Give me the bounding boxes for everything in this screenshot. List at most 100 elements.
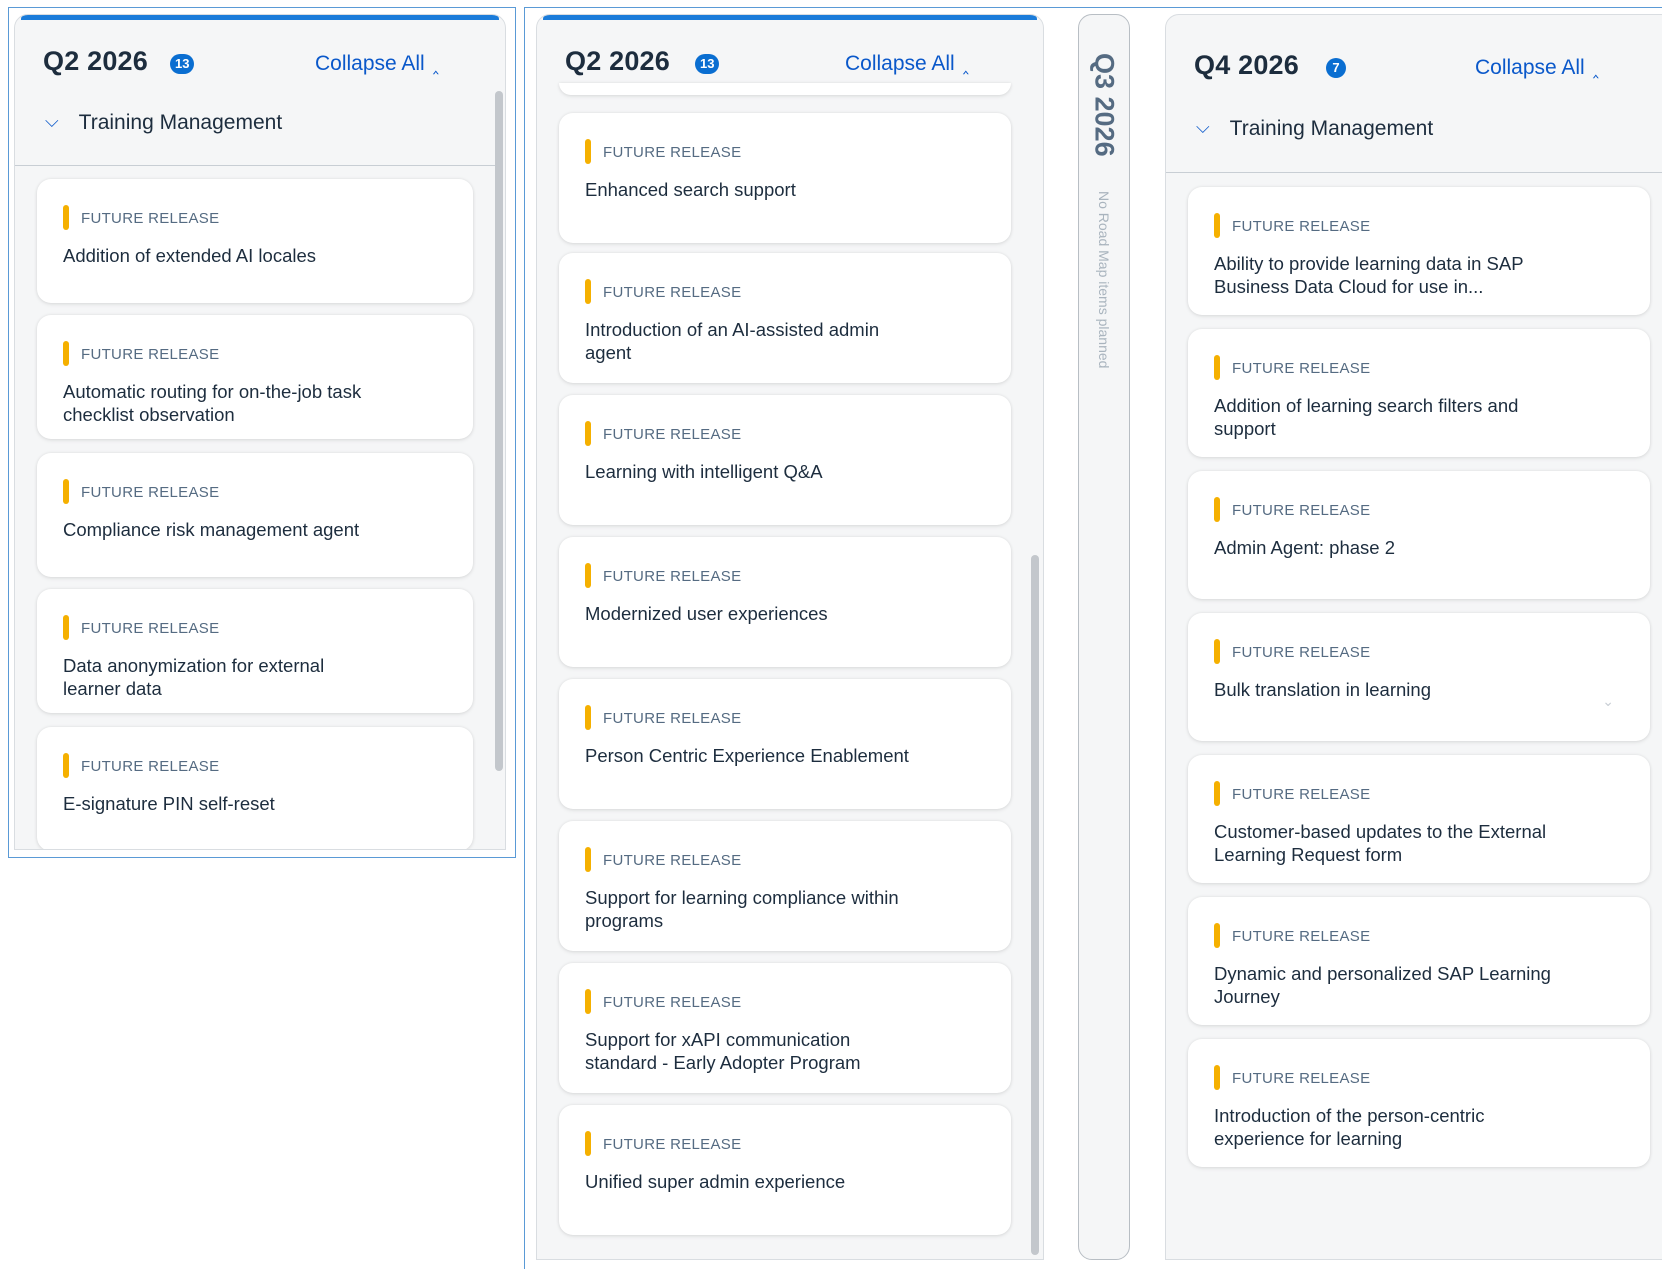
release-status: FUTURE RELEASE: [1232, 360, 1371, 377]
collapse-all-label: Collapse All: [845, 52, 955, 75]
release-status: FUTURE RELEASE: [81, 210, 220, 227]
roadmap-card[interactable]: FUTURE RELEASE Introduction of an AI-assi…: [559, 253, 1011, 383]
column-accent-bar: [21, 15, 499, 20]
status-flag: [585, 421, 591, 446]
roadmap-card[interactable]: FUTURE RELEASE Support for learning compl…: [559, 821, 1011, 951]
release-status: FUTURE RELEASE: [81, 484, 220, 501]
column-q4-2026: Q4 2026 7 Collapse All ‸ ⌵ Training Manage…: [1165, 14, 1662, 1260]
card-title[interactable]: Compliance risk management agent: [63, 518, 383, 541]
release-status: FUTURE RELEASE: [603, 994, 742, 1011]
status-flag: [63, 479, 69, 504]
column-title: Q4 2026: [1194, 50, 1299, 80]
chevron-down-icon[interactable]: ⌵: [1196, 117, 1210, 138]
group-label: Training Management: [1229, 117, 1434, 140]
roadmap-card[interactable]: FUTURE RELEASE Compliance risk management…: [37, 453, 473, 577]
release-status: FUTURE RELEASE: [603, 144, 742, 161]
release-status: FUTURE RELEASE: [603, 852, 742, 869]
roadmap-card[interactable]: FUTURE RELEASE Support for xAPI communica…: [559, 963, 1011, 1093]
card-title[interactable]: Enhanced search support: [585, 178, 921, 201]
roadmap-card[interactable]: FUTURE RELEASE Introduction of the person…: [1188, 1039, 1650, 1167]
collapse-all-label: Collapse All: [1475, 56, 1585, 79]
roadmap-card[interactable]: FUTURE RELEASE Person Centric Experience …: [559, 679, 1011, 809]
roadmap-card[interactable]: FUTURE RELEASE E-signature PIN self-reset: [37, 727, 473, 849]
roadmap-card[interactable]: FUTURE RELEASE Enhanced search support: [559, 113, 1011, 243]
roadmap-card[interactable]: FUTURE RELEASE Unified super admin experi…: [559, 1105, 1011, 1235]
status-flag: [1214, 923, 1220, 948]
roadmap-card[interactable]: FUTURE RELEASE Customer-based updates to …: [1188, 755, 1650, 883]
card-title[interactable]: Customer-based updates to the External L…: [1214, 820, 1560, 866]
card-title[interactable]: Person Centric Experience Enablement: [585, 744, 921, 767]
card-title[interactable]: Addition of learning search filters and …: [1214, 394, 1560, 440]
chevron-down-icon[interactable]: ⌵: [45, 111, 59, 132]
group-header-training-management[interactable]: ⌵ Training Management: [1196, 117, 1433, 141]
double-chevron-up-icon: ‸: [1592, 58, 1599, 78]
scrollbar-thumb[interactable]: [495, 91, 503, 771]
release-status: FUTURE RELEASE: [81, 620, 220, 637]
group-divider: [1166, 172, 1662, 173]
roadmap-card[interactable]: FUTURE RELEASE Modernized user experience…: [559, 537, 1011, 667]
status-flag: [585, 1131, 591, 1156]
roadmap-card[interactable]: FUTURE RELEASE Addition of learning searc…: [1188, 329, 1650, 457]
release-status: FUTURE RELEASE: [603, 1136, 742, 1153]
card-title[interactable]: Modernized user experiences: [585, 602, 921, 625]
card-title[interactable]: Admin Agent: phase 2: [1214, 536, 1560, 559]
release-status: FUTURE RELEASE: [81, 758, 220, 775]
status-flag: [1214, 213, 1220, 238]
status-flag: [1214, 497, 1220, 522]
release-status: FUTURE RELEASE: [81, 346, 220, 363]
roadmap-card[interactable]: FUTURE RELEASE Addition of extended AI lo…: [37, 179, 473, 303]
roadmap-card[interactable]: FUTURE RELEASE Data anonymization for ext…: [37, 589, 473, 713]
card-title[interactable]: Introduction of the person-centric exper…: [1214, 1104, 1560, 1150]
card-title[interactable]: Introduction of an AI-assisted admin age…: [585, 318, 921, 364]
roadmap-card[interactable]: FUTURE RELEASE Admin Agent: phase 2: [1188, 471, 1650, 599]
status-flag: [1214, 781, 1220, 806]
roadmap-card[interactable]: FUTURE RELEASE Automatic routing for on-t…: [37, 315, 473, 439]
card-title[interactable]: Automatic routing for on-the-job task ch…: [63, 380, 383, 426]
column-title: Q3 2026: [1089, 53, 1120, 157]
status-flag: [1214, 355, 1220, 380]
double-chevron-up-icon: ‸: [432, 54, 439, 74]
group-divider: [15, 165, 495, 166]
status-flag: [63, 205, 69, 230]
roadmap-card[interactable]: FUTURE RELEASE Bulk translation in learni…: [1188, 613, 1650, 741]
card-title[interactable]: Dynamic and personalized SAP Learning Jo…: [1214, 962, 1560, 1008]
column-accent-bar: [543, 15, 1037, 20]
status-flag: [585, 563, 591, 588]
collapse-all-button[interactable]: Collapse All ‸: [845, 52, 969, 76]
column-q2-2026-scrolled: Q2 2026 13 Collapse All ‸ FUTURE RELEASE E…: [536, 14, 1044, 1260]
card-title[interactable]: Unified super admin experience: [585, 1170, 921, 1193]
card-title[interactable]: Support for learning compliance within p…: [585, 886, 921, 932]
release-status: FUTURE RELEASE: [1232, 1070, 1371, 1087]
roadmap-card[interactable]: FUTURE RELEASE Dynamic and personalized S…: [1188, 897, 1650, 1025]
collapse-all-button[interactable]: Collapse All ‸: [1475, 56, 1599, 80]
release-status: FUTURE RELEASE: [603, 568, 742, 585]
release-status: FUTURE RELEASE: [1232, 786, 1371, 803]
card-title[interactable]: Addition of extended AI locales: [63, 244, 383, 267]
column-q2-2026-top: Q2 2026 13 Collapse All ‸ ⌵ Training Manag…: [14, 14, 506, 850]
release-status: FUTURE RELEASE: [603, 284, 742, 301]
release-status: FUTURE RELEASE: [1232, 502, 1371, 519]
card-title[interactable]: E-signature PIN self-reset: [63, 792, 383, 815]
status-flag: [1214, 1065, 1220, 1090]
status-flag: [585, 847, 591, 872]
card-title[interactable]: Ability to provide learning data in SAP …: [1214, 252, 1560, 298]
collapse-all-button[interactable]: Collapse All ‸: [315, 52, 439, 76]
card-title[interactable]: Bulk translation in learning: [1214, 678, 1560, 701]
card-title[interactable]: Data anonymization for external learner …: [63, 654, 383, 700]
roadmap-card[interactable]: FUTURE RELEASE Ability to provide learnin…: [1188, 187, 1650, 315]
collapse-all-label: Collapse All: [315, 52, 425, 75]
chevron-down-icon[interactable]: ⌄: [1602, 693, 1614, 710]
release-status: FUTURE RELEASE: [1232, 644, 1371, 661]
group-header-training-management[interactable]: ⌵ Training Management: [45, 111, 282, 135]
release-status: FUTURE RELEASE: [1232, 218, 1371, 235]
item-count-badge: 13: [695, 54, 720, 74]
scrollbar-thumb[interactable]: [1031, 555, 1039, 1255]
empty-column-note: No Road Map items planned: [1096, 191, 1112, 369]
column-title: Q2 2026: [565, 46, 670, 76]
status-flag: [585, 989, 591, 1014]
roadmap-card[interactable]: FUTURE RELEASE Learning with intelligent …: [559, 395, 1011, 525]
card-title[interactable]: Support for xAPI communication standard …: [585, 1028, 921, 1074]
card-title[interactable]: Learning with intelligent Q&A: [585, 460, 921, 483]
column-q3-2026-collapsed[interactable]: Q3 2026 No Road Map items planned: [1078, 14, 1130, 1260]
status-flag: [63, 615, 69, 640]
